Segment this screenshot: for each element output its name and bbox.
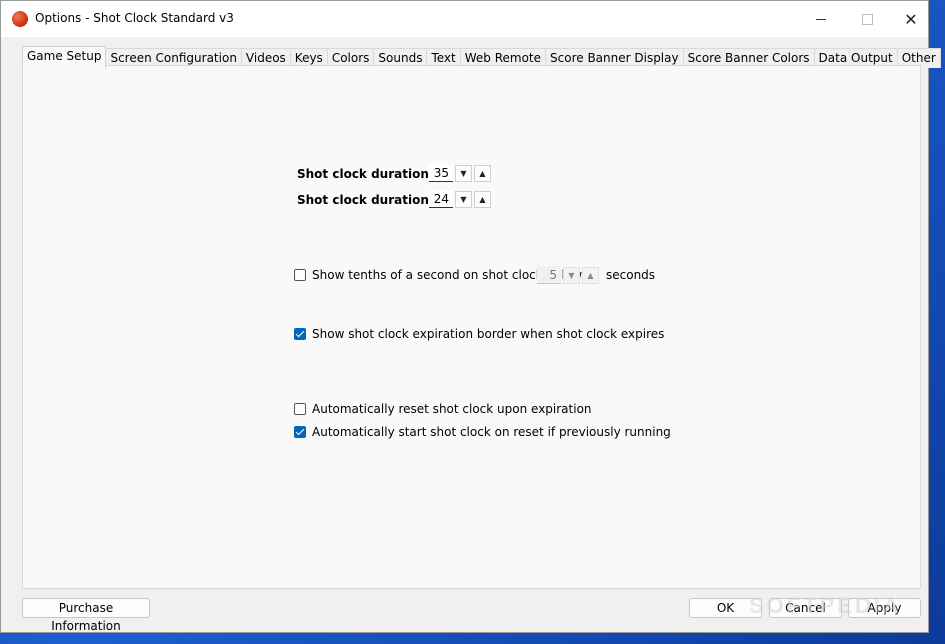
expiration-border-row: Show shot clock expiration border when s…	[294, 327, 664, 341]
expiration-border-checkbox[interactable]	[294, 328, 306, 340]
tenths-decrement-button[interactable]: ▼	[563, 266, 580, 284]
duration1-decrement-button[interactable]: ▼	[455, 164, 472, 182]
minimize-icon	[816, 18, 826, 20]
chevron-up-icon: ▲	[479, 168, 486, 178]
duration1-spinner: 35 ▼ ▲	[429, 164, 491, 182]
auto-start-checkbox[interactable]	[294, 426, 306, 438]
duration2-spinner: 24 ▼ ▲	[429, 190, 491, 208]
auto-start-label: Automatically start shot clock on reset …	[312, 425, 671, 439]
duration1-label: Shot clock duration 1:	[297, 167, 447, 181]
chevron-down-icon: ▼	[460, 168, 467, 178]
title-bar: Options - Shot Clock Standard v3 ✕	[1, 1, 928, 37]
maximize-button[interactable]	[844, 1, 890, 37]
duration1-input[interactable]: 35	[429, 164, 453, 182]
game-setup-panel: Shot clock duration 1: 35 ▼ ▲ Shot clock…	[22, 65, 921, 589]
window-title: Options - Shot Clock Standard v3	[35, 11, 234, 25]
options-window: Options - Shot Clock Standard v3 ✕ Game …	[0, 0, 941, 633]
tenths-spinner: 5 ▼ ▲	[537, 266, 599, 284]
close-icon: ✕	[904, 9, 918, 29]
softpedia-watermark: SOFTPEDIA	[749, 593, 902, 618]
duration2-label: Shot clock duration 2:	[297, 193, 447, 207]
duration2-increment-button[interactable]: ▲	[474, 190, 491, 208]
minimize-button[interactable]	[798, 1, 844, 37]
auto-reset-label: Automatically reset shot clock upon expi…	[312, 402, 592, 416]
tenths-suffix-row: seconds	[606, 268, 655, 282]
tenths-input[interactable]: 5	[537, 266, 561, 284]
app-icon	[12, 11, 28, 27]
tab-game-setup[interactable]: Game Setup	[22, 46, 107, 68]
maximize-icon	[861, 13, 873, 25]
tenths-increment-button[interactable]: ▲	[582, 266, 599, 284]
expiration-border-label: Show shot clock expiration border when s…	[312, 327, 665, 341]
auto-reset-checkbox[interactable]	[294, 403, 306, 415]
close-button[interactable]: ✕	[888, 1, 934, 37]
chevron-down-icon: ▼	[460, 194, 467, 204]
auto-reset-row: Automatically reset shot clock upon expi…	[294, 402, 592, 416]
auto-start-row: Automatically start shot clock on reset …	[294, 425, 671, 439]
duration2-input[interactable]: 24	[429, 190, 453, 208]
duration1-increment-button[interactable]: ▲	[474, 164, 491, 182]
tab-strip: Game Setup Screen Configuration Videos K…	[22, 46, 941, 68]
chevron-down-icon: ▼	[568, 270, 575, 280]
tenths-checkbox[interactable]	[294, 269, 306, 281]
chevron-up-icon: ▲	[587, 270, 594, 280]
duration2-decrement-button[interactable]: ▼	[455, 190, 472, 208]
purchase-information-button[interactable]: Purchase Information	[22, 598, 150, 633]
tenths-suffix: seconds	[606, 268, 656, 282]
chevron-up-icon: ▲	[479, 194, 486, 204]
